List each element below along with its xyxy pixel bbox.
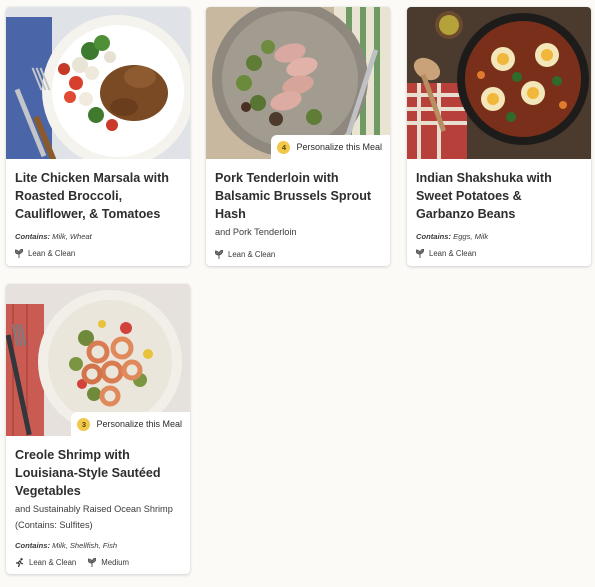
meal-grid: Lite Chicken Marsala with Roasted Brocco… [0, 0, 595, 587]
allergen-info: Contains: Eggs, Milk [416, 232, 489, 241]
meal-tags: Lean & Clean Medium [15, 558, 181, 567]
meal-tag-label: Lean & Clean [29, 558, 77, 567]
meal-photo: 3 Personalize this Meal [6, 284, 190, 436]
leaf-icon [215, 250, 223, 259]
meal-subtitle: and Sustainably Raised Ocean Shrimp (Con… [15, 504, 173, 530]
personalize-count: 3 [77, 417, 91, 431]
meal-tags: Lean & Clean [15, 249, 181, 258]
meal-card[interactable]: 4 Personalize this Meal Pork Tenderloin … [206, 7, 390, 266]
meal-tags: Lean & Clean [416, 249, 582, 258]
meal-card[interactable]: Indian Shakshuka with Sweet Potatoes & G… [407, 7, 591, 266]
meal-tag: Medium [88, 558, 129, 567]
meal-photo [407, 7, 591, 159]
meal-title[interactable]: Indian Shakshuka with Sweet Potatoes & G… [416, 169, 582, 223]
allergen-info: Contains: Milk, Shellfish, Fish [15, 541, 118, 550]
meal-photo [6, 7, 190, 159]
leaf-icon [15, 249, 23, 258]
meal-card[interactable]: 3 Personalize this Meal Creole Shrimp wi… [6, 284, 190, 574]
personalize-label[interactable]: Personalize this Meal [296, 142, 382, 152]
meal-tags: Lean & Clean [215, 250, 381, 259]
meal-tag-label: Medium [101, 558, 129, 567]
meal-title[interactable]: Lite Chicken Marsala with Roasted Brocco… [15, 169, 181, 223]
personalize-badge[interactable]: 4 Personalize this Meal [271, 135, 390, 159]
personalize-badge[interactable]: 3 Personalize this Meal [71, 412, 190, 436]
personalize-count: 4 [277, 140, 291, 154]
meal-tag-label: Lean & Clean [28, 249, 76, 258]
pepper-icon [88, 558, 97, 567]
meal-tag: Lean & Clean [215, 250, 275, 259]
meal-title[interactable]: Pork Tenderloin with Balsamic Brussels S… [215, 169, 381, 223]
personalize-label[interactable]: Personalize this Meal [96, 419, 182, 429]
meal-subtitle: and Pork Tenderloin [215, 227, 297, 237]
meal-tag: Lean & Clean [416, 249, 476, 258]
meal-title[interactable]: Creole Shrimp with Louisiana-Style Sauté… [15, 446, 181, 500]
meal-tag: Lean & Clean [15, 249, 75, 258]
meal-card[interactable]: Lite Chicken Marsala with Roasted Brocco… [6, 7, 190, 266]
meal-tag-label: Lean & Clean [228, 250, 276, 259]
allergen-info: Contains: Milk, Wheat [15, 232, 92, 241]
meal-photo: 4 Personalize this Meal [206, 7, 390, 159]
running-icon [16, 558, 24, 567]
meal-tag: Lean & Clean [15, 558, 76, 567]
meal-tag-label: Lean & Clean [429, 249, 477, 258]
leaf-icon [416, 249, 424, 258]
